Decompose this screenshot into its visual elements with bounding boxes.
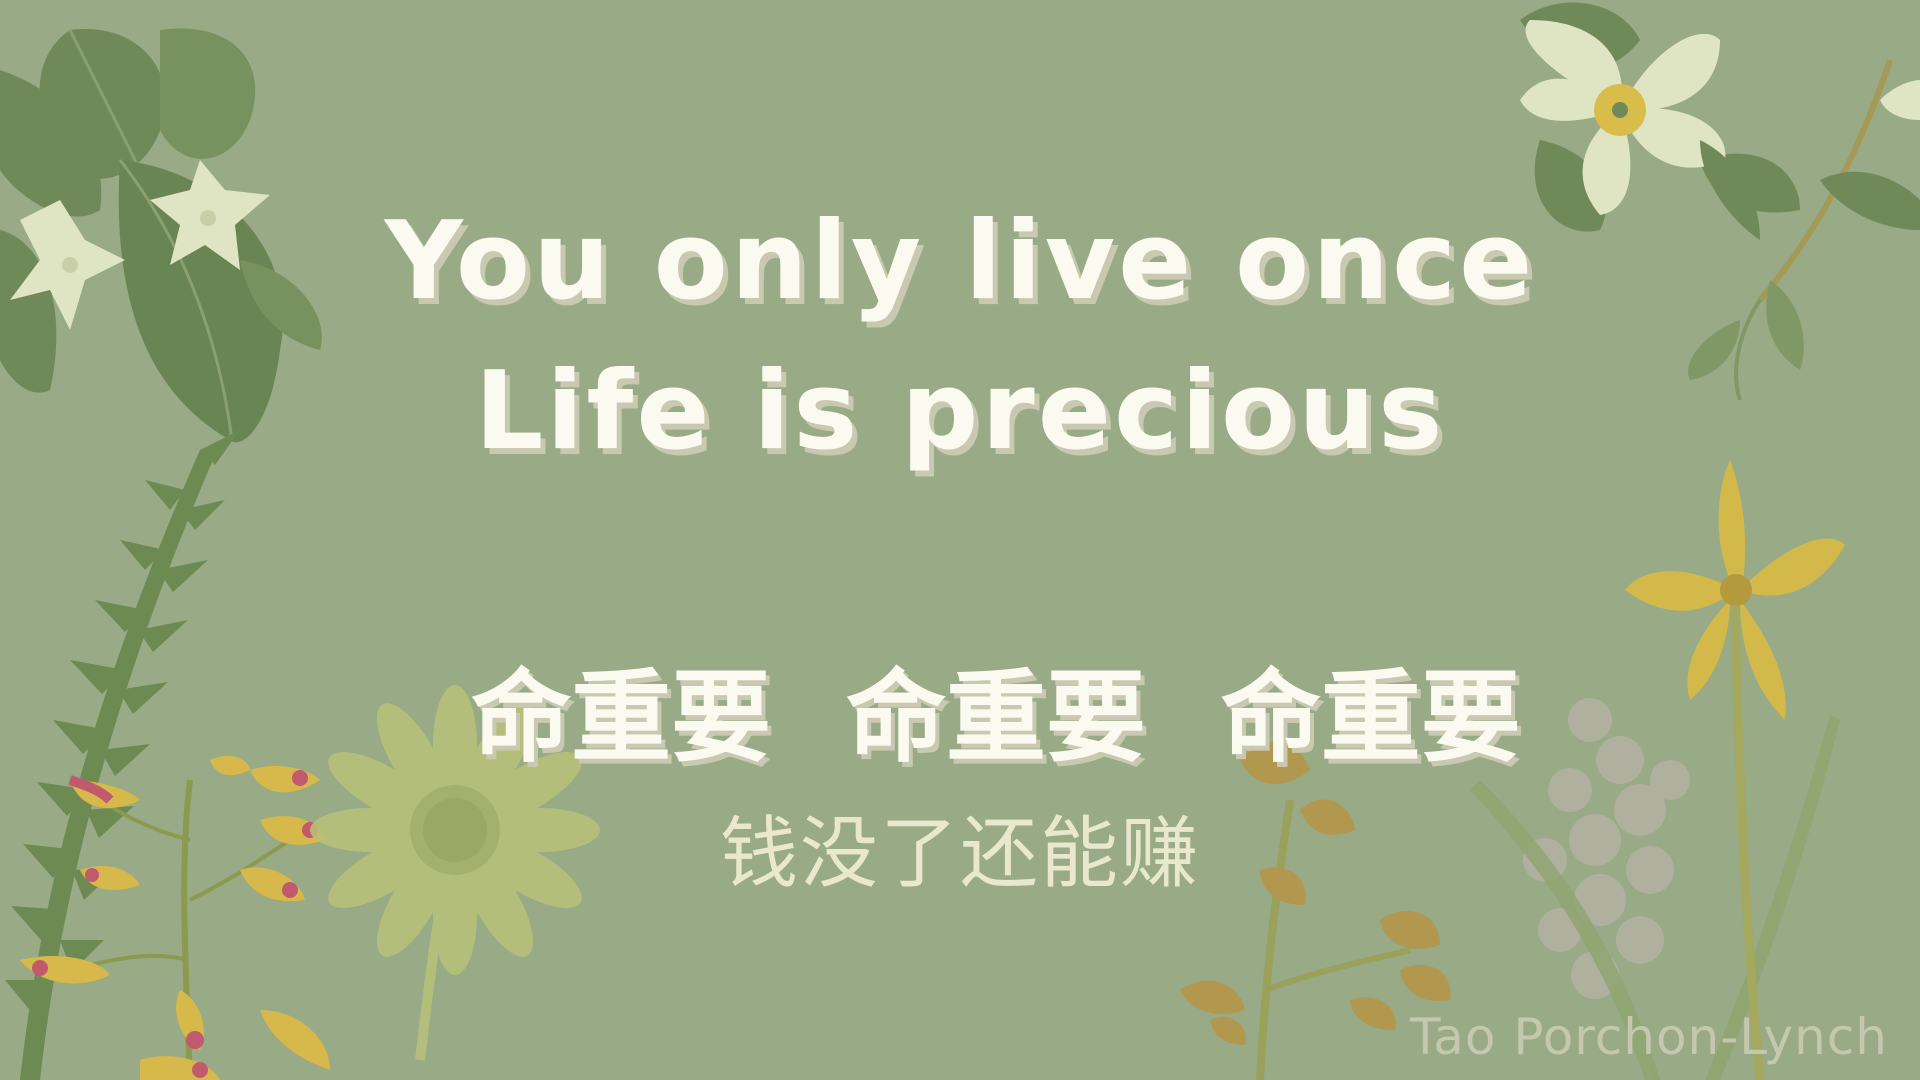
quote-block: You only live once Life is precious 命重要 … bbox=[0, 0, 1920, 1080]
quote-line-chinese-sub: 钱没了还能赚 bbox=[719, 809, 1200, 899]
poster-canvas: You only live once Life is precious 命重要 … bbox=[0, 0, 1920, 1080]
quote-line-english-1: You only live once bbox=[384, 199, 1536, 324]
quote-line-chinese-main: 命重要 命重要 命重要 bbox=[471, 659, 1521, 776]
author-credit: Tao Porchon-Lynch bbox=[1409, 1008, 1888, 1066]
quote-line-english-2: Life is precious bbox=[474, 349, 1446, 474]
